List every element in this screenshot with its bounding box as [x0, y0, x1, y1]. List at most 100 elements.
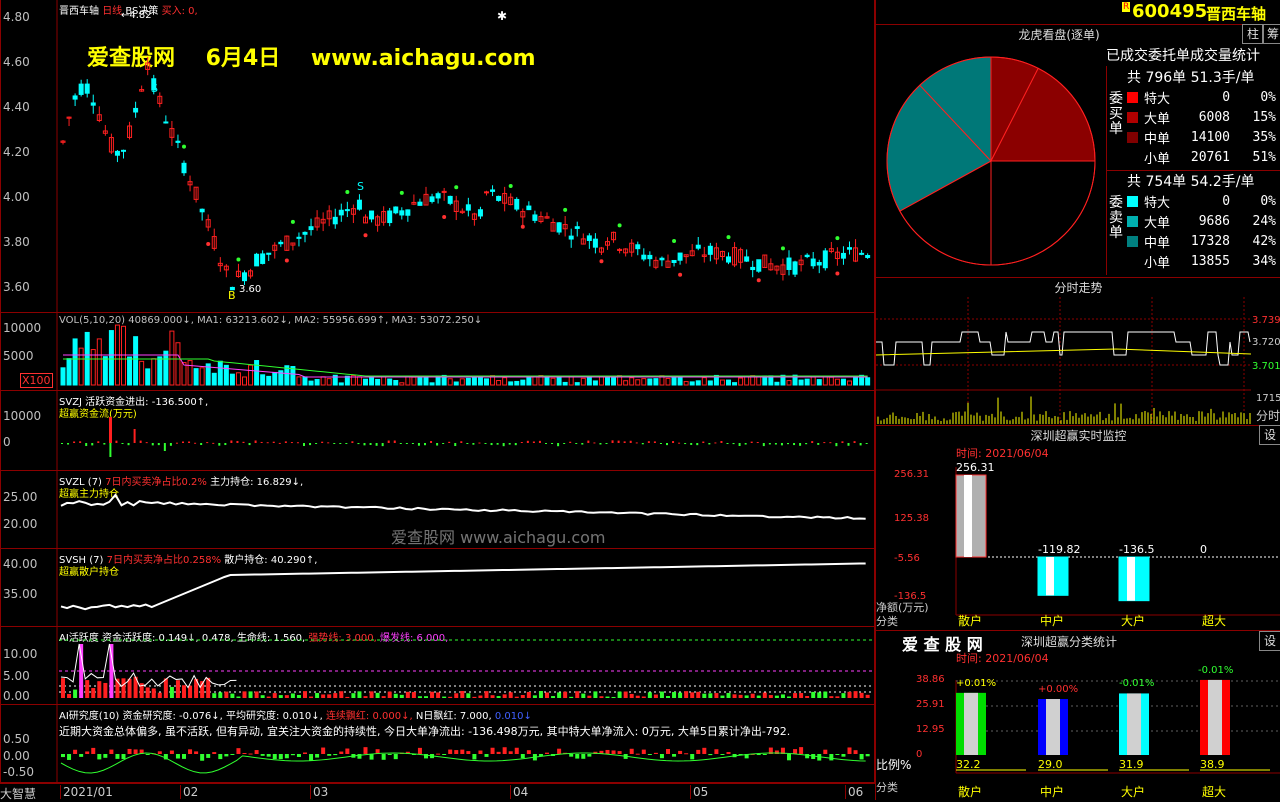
intraday-chart[interactable]: [876, 297, 1280, 425]
candle-body: [816, 262, 822, 266]
research-bar: [647, 754, 652, 755]
candle-body: [163, 121, 169, 124]
fund-bar: [169, 443, 172, 446]
kline-panel-ylabel: 3.80: [3, 235, 30, 249]
vol-panel[interactable]: VOL(5,10,20) 40869.000↓, MA1: 63213.602↓…: [0, 313, 875, 391]
fund-bar: [339, 443, 342, 444]
chip-button[interactable]: 筹: [1262, 24, 1280, 44]
svzl-panel-ylabel: 25.00: [3, 490, 38, 504]
fund-bar: [853, 441, 856, 443]
vol-bar: [369, 377, 375, 386]
candle-body: [865, 255, 871, 258]
monitor-panel: 深圳超赢实时监控 设 时间: 2021/06/04 净额(万元) 分类 256.…: [876, 425, 1280, 631]
candle-body: [199, 208, 205, 213]
ai-panel[interactable]: AI活跃度 资金活跃度: 0.149↓, 0.478, 生命线: 1.560, …: [0, 627, 875, 705]
vol-bar: [193, 368, 199, 386]
monitor-value-label: -136.5: [1119, 543, 1155, 556]
vol-bar: [598, 376, 604, 386]
fund-bar: [708, 443, 711, 445]
research-bar: [756, 754, 761, 756]
fund-bar: [508, 443, 511, 445]
ai-panel-ylabel: 10.00: [3, 647, 38, 661]
candle-body: [490, 189, 496, 192]
research-bar: [363, 747, 368, 754]
column-button[interactable]: 柱: [1242, 24, 1264, 44]
brand-corner: 大智慧: [0, 787, 37, 801]
vol-bar: [840, 378, 846, 386]
kline-panel[interactable]: 晋西车轴 日线 BS决策 买入: 0, ←4.82 爱查股网 6月4日 www.…: [0, 0, 875, 313]
candle-body: [308, 226, 314, 231]
classify-cat-title: 分类: [876, 781, 898, 794]
signal-dot: [520, 224, 525, 229]
buy-row: 特大 0 0%: [1125, 87, 1278, 107]
research-bar: [641, 749, 646, 754]
x-tick-label: 05: [690, 785, 708, 799]
vol-bar: [865, 377, 871, 386]
fund-bar: [363, 443, 366, 446]
fund-bar: [224, 443, 227, 446]
vol-bar: [592, 380, 598, 386]
research-bar: [79, 754, 84, 757]
fund-bar: [666, 443, 668, 446]
fund-bar: [805, 443, 808, 445]
vol-bar: [326, 378, 332, 386]
research-bar: [545, 752, 549, 754]
svsh-chart[interactable]: [1, 549, 874, 626]
candle-body: [484, 191, 489, 194]
candle-body: [356, 199, 362, 210]
fund-bar: [538, 440, 541, 443]
monitor-category: 大户: [1121, 614, 1146, 628]
research-bar: [254, 750, 259, 754]
vol-bar: [683, 381, 689, 386]
fund-bar: [720, 441, 723, 443]
candle-body: [477, 209, 483, 217]
kline-chart[interactable]: SSB 3.60✱: [1, 0, 874, 312]
vol-chart[interactable]: [1, 313, 874, 390]
svzj-chart[interactable]: [1, 391, 874, 470]
research-bar: [787, 754, 791, 761]
intraday-panel[interactable]: 分时走势 3.739 3.720 3.701 1715 分时: [876, 277, 1280, 426]
research-bar: [587, 754, 592, 757]
research-bar: [339, 751, 344, 754]
research-bar: [157, 751, 162, 754]
activity-bar: [787, 696, 791, 698]
sell-row: 特大 0 0%: [1125, 191, 1278, 211]
candle-body: [296, 236, 302, 239]
candle-body: [72, 95, 78, 100]
fund-bar: [532, 441, 535, 443]
sell-row: 大单 9686 24%: [1125, 211, 1278, 231]
fund-bar: [865, 443, 868, 444]
ai-chart[interactable]: [1, 627, 874, 704]
svsh-panel[interactable]: SVSH (7) 7日内买卖净占比0.258% 散户持仓: 40.290↑, 超…: [0, 549, 875, 627]
classify-ylabel: 0: [916, 749, 923, 760]
research-bar: [762, 754, 767, 755]
signal-dot: [678, 272, 683, 277]
chart-area[interactable]: 晋西车轴 日线 BS决策 买入: 0, ←4.82 爱查股网 6月4日 www.…: [0, 0, 875, 801]
fund-bar: [448, 441, 451, 443]
vol-bar: [647, 378, 653, 386]
fund-bar: [91, 443, 94, 446]
candle-body: [744, 256, 750, 262]
research-bar: [448, 749, 453, 754]
sell-signal: S: [357, 180, 364, 193]
monitor-chart: [955, 467, 1280, 616]
fund-bar: [218, 443, 221, 446]
research-bar: [188, 749, 193, 754]
signal-dot: [756, 278, 761, 283]
candle-body: [514, 198, 520, 210]
research-chart[interactable]: [1, 705, 874, 782]
svzj-panel[interactable]: SVZJ 活跃资金进出: -136.500↑, 超赢资金流(万元) 10000 0: [0, 391, 875, 471]
activity-bar: [387, 691, 392, 698]
fund-bar: [254, 440, 257, 443]
vol-bar: [465, 377, 471, 386]
svzl-chart[interactable]: 爱查股网 www.aichagu.com: [1, 471, 874, 548]
vol-bar: [520, 379, 526, 386]
activity-bar: [756, 695, 761, 698]
svzl-panel[interactable]: SVZL (7) 7日内买卖净占比0.2% 主力持仓: 16.829↓, 超赢主…: [0, 471, 875, 549]
activity-bar: [823, 691, 828, 698]
research-panel[interactable]: AI研究度(10) 资金研究度: -0.076↓, 平均研究度: 0.010↓,…: [0, 705, 875, 783]
fund-bar: [799, 443, 802, 446]
activity-bar: [605, 696, 610, 698]
kline-panel-ylabel: 4.00: [3, 190, 30, 204]
vol-bar: [484, 378, 489, 386]
